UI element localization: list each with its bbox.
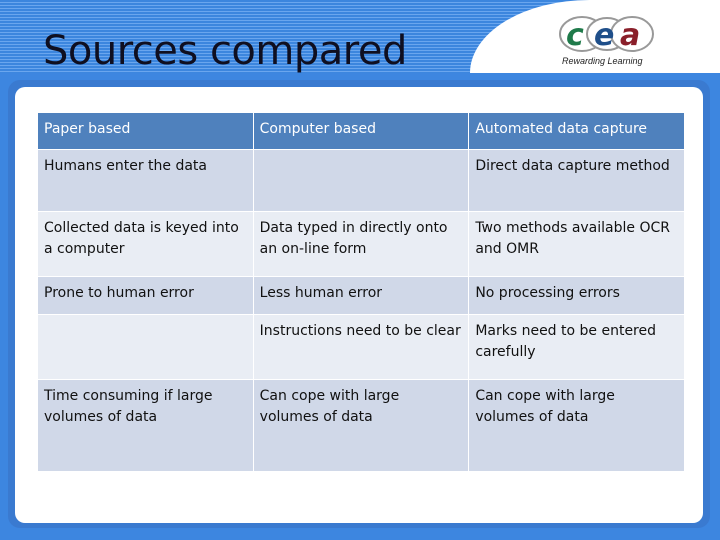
table-cell: Can cope with large volumes of data — [252, 379, 470, 472]
table-row: Prone to human error Less human error No… — [37, 276, 685, 315]
table-cell: Humans enter the data — [37, 149, 254, 212]
table-cell — [252, 149, 470, 212]
table-cell: Direct data capture method — [468, 149, 685, 212]
header-computer-based: Computer based — [252, 112, 470, 150]
table-row: Time consuming if large volumes of data … — [37, 379, 685, 472]
table-cell: Can cope with large volumes of data — [468, 379, 685, 472]
table-cell — [37, 314, 254, 380]
header-paper-based: Paper based — [37, 112, 254, 150]
table-cell: Two methods available OCR and OMR — [468, 211, 685, 277]
table-header-row: Paper based Computer based Automated dat… — [37, 112, 685, 150]
table-row: Instructions need to be clear Marks need… — [37, 314, 685, 380]
svg-text:c: c — [566, 18, 584, 53]
slide-title: Sources compared — [43, 28, 407, 74]
comparison-table: Paper based Computer based Automated dat… — [37, 112, 685, 472]
table-cell: Data typed in directly onto an on-line f… — [252, 211, 470, 277]
table-cell: Less human error — [252, 276, 470, 315]
svg-text:e: e — [594, 18, 614, 53]
table-cell: No processing errors — [468, 276, 685, 315]
table-cell: Instructions need to be clear — [252, 314, 470, 380]
table-cell: Time consuming if large volumes of data — [37, 379, 254, 472]
table-cell: Collected data is keyed into a computer — [37, 211, 254, 277]
logo-tagline: Rewarding Learning — [562, 56, 643, 66]
table-cell: Prone to human error — [37, 276, 254, 315]
svg-text:a: a — [620, 18, 640, 53]
table-row: Collected data is keyed into a computer … — [37, 211, 685, 277]
table-row: Humans enter the data Direct data captur… — [37, 149, 685, 212]
header-automated-capture: Automated data capture — [468, 112, 685, 150]
table-cell: Marks need to be entered carefully — [468, 314, 685, 380]
